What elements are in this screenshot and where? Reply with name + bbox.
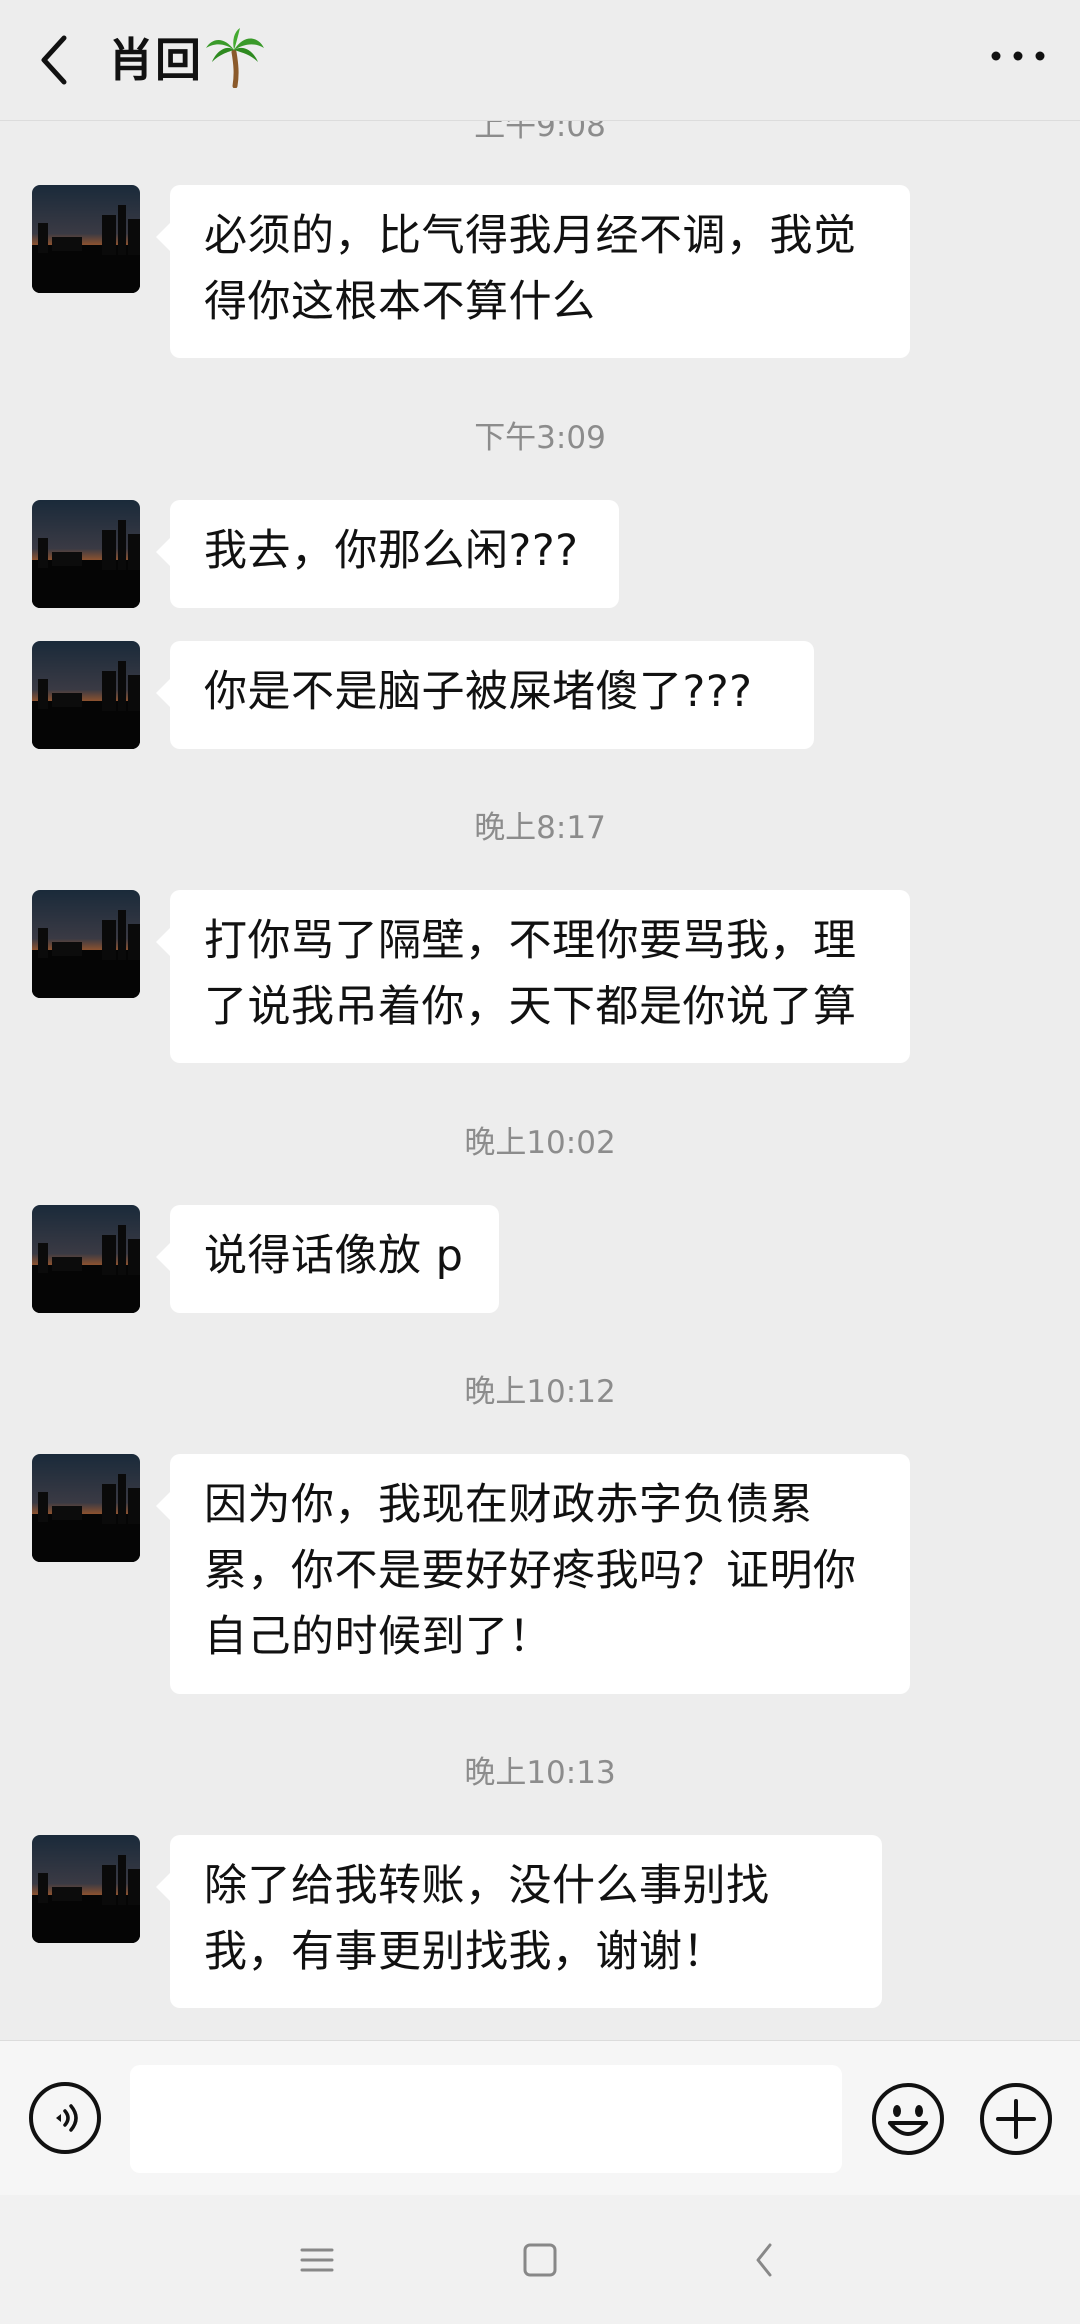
avatar[interactable] <box>32 1835 140 1943</box>
menu-icon[interactable] <box>292 2235 342 2285</box>
message-bubble[interactable]: 必须的，比气得我月经不调，我觉得你这根本不算什么 <box>156 185 910 358</box>
more-dots-icon[interactable] <box>986 36 1050 76</box>
chat-header: 肖回 <box>0 0 1080 121</box>
message-bubble[interactable]: 你是不是脑子被屎堵傻了??? <box>156 641 814 749</box>
timestamp: 晚上10:02 <box>464 1125 616 1161</box>
avatar-photo-icon <box>32 1225 140 1313</box>
message-bubble[interactable]: 说得话像放 p <box>156 1205 499 1313</box>
avatar[interactable] <box>32 1205 140 1313</box>
timestamp: 晚上10:13 <box>464 1755 616 1791</box>
avatar[interactable] <box>32 641 140 749</box>
plus-icon[interactable] <box>978 2081 1054 2157</box>
message-bubble[interactable]: 我去，你那么闲??? <box>156 500 619 608</box>
avatar[interactable] <box>32 500 140 608</box>
chevron-left-icon[interactable] <box>26 28 90 92</box>
avatar-photo-icon <box>32 910 140 998</box>
avatar-photo-icon <box>32 661 140 749</box>
home-icon[interactable] <box>515 2235 565 2285</box>
emoji-icon[interactable] <box>870 2081 946 2157</box>
chat-title: 肖回 <box>108 33 202 87</box>
avatar-photo-icon <box>32 205 140 293</box>
avatar[interactable] <box>32 185 140 293</box>
palm-tree-icon <box>206 28 264 88</box>
avatar-photo-icon <box>32 1474 140 1562</box>
timestamp: 晚上8:17 <box>474 810 606 846</box>
avatar-photo-icon <box>32 1855 140 1943</box>
voice-icon[interactable] <box>28 2081 102 2155</box>
chat-screen: 上午9:08 必须的，比气得我月经不调，我觉得你这根本不算什么 下午3:09 我… <box>0 0 1080 2324</box>
back-icon[interactable] <box>740 2235 790 2285</box>
timestamp: 晚上10:12 <box>464 1374 616 1410</box>
timestamp: 下午3:09 <box>474 420 606 456</box>
message-input[interactable] <box>130 2065 842 2173</box>
avatar[interactable] <box>32 890 140 998</box>
message-bubble[interactable]: 因为你，我现在财政赤字负债累累，你不是要好好疼我吗？证明你自己的时候到了！ <box>156 1454 910 1694</box>
message-bubble[interactable]: 打你骂了隔壁，不理你要骂我，理了说我吊着你，天下都是你说了算 <box>156 890 910 1063</box>
avatar[interactable] <box>32 1454 140 1562</box>
system-navigation-bar <box>0 2195 1080 2324</box>
message-list[interactable]: 上午9:08 必须的，比气得我月经不调，我觉得你这根本不算什么 下午3:09 我… <box>0 0 1080 2040</box>
avatar-photo-icon <box>32 520 140 608</box>
input-bar <box>0 2040 1080 2196</box>
message-bubble[interactable]: 除了给我转账，没什么事别找我，有事更别找我，谢谢！ <box>156 1835 882 2008</box>
chat-title-area[interactable]: 肖回 <box>108 22 266 92</box>
